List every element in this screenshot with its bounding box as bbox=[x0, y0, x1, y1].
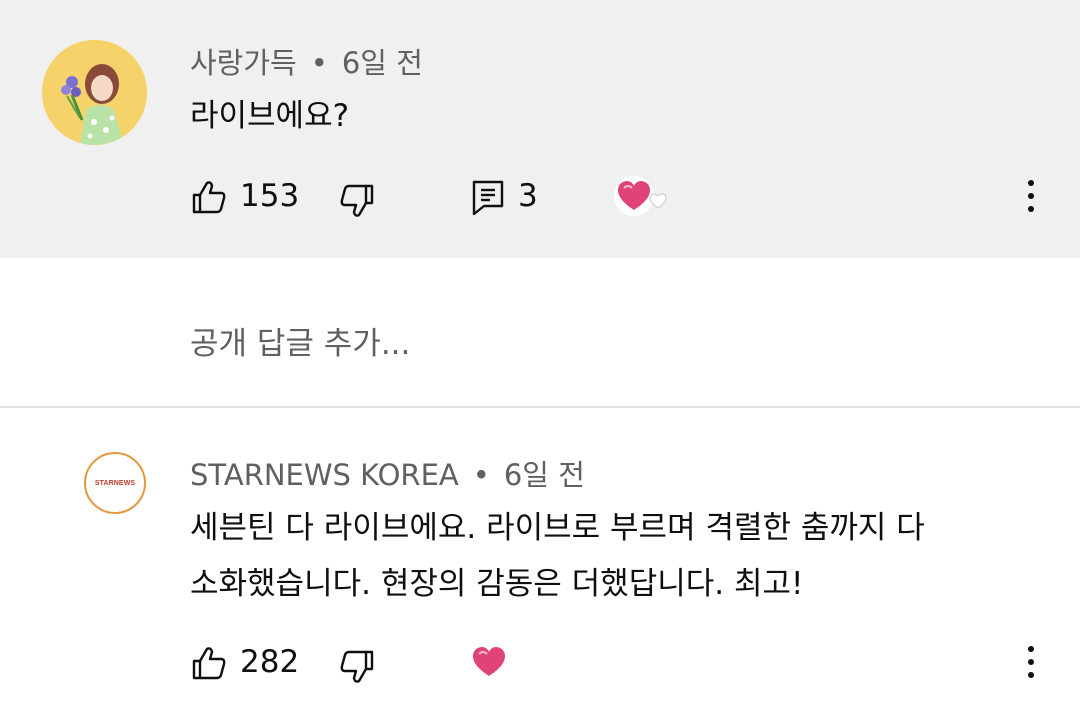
add-reply-input[interactable]: 공개 답글 추가... bbox=[190, 318, 410, 363]
reply-comment-icon bbox=[472, 180, 504, 216]
highlighted-comment: 사랑가득 • 6일 전 라이브에요? 153 3 bbox=[0, 0, 1080, 258]
more-vertical-icon bbox=[1028, 646, 1034, 652]
comment-author[interactable]: STARNEWS KOREA bbox=[190, 458, 459, 492]
creator-heart[interactable] bbox=[468, 642, 512, 686]
like-button[interactable] bbox=[190, 178, 228, 220]
comment-time[interactable]: 6일 전 bbox=[342, 46, 423, 80]
dislike-button[interactable] bbox=[338, 182, 376, 224]
more-options-button[interactable] bbox=[1026, 646, 1036, 686]
creator-heart-icon bbox=[614, 176, 667, 216]
more-vertical-icon bbox=[1028, 180, 1034, 186]
like-count: 282 bbox=[240, 644, 300, 680]
comments-page: 사랑가득 • 6일 전 라이브에요? 153 3 공개 답글 추가... STA… bbox=[0, 0, 1080, 715]
reply-count: 3 bbox=[518, 178, 538, 214]
avatar[interactable]: STARNEWS bbox=[84, 452, 146, 514]
thumbs-down-icon bbox=[340, 650, 374, 683]
more-options-button[interactable] bbox=[1026, 180, 1036, 220]
thumbs-up-icon bbox=[192, 647, 226, 680]
comment-text-line: 세븐틴 다 라이브에요. 라이브로 부르며 격렬한 춤까지 다 bbox=[190, 510, 925, 546]
comment-author[interactable]: 사랑가득 bbox=[190, 46, 297, 80]
creator-heart[interactable] bbox=[612, 174, 670, 230]
comment-text: 라이브에요? bbox=[190, 98, 350, 134]
comment-meta: 사랑가득 • 6일 전 bbox=[190, 40, 423, 82]
meta-separator: • bbox=[472, 458, 490, 492]
like-button[interactable] bbox=[190, 644, 228, 686]
creator-heart-icon bbox=[470, 643, 508, 681]
thumbs-up-icon bbox=[192, 181, 226, 214]
comment-text: 세븐틴 다 라이브에요. 라이브로 부르며 격렬한 춤까지 다 소화했습니다. … bbox=[190, 500, 925, 612]
divider bbox=[0, 406, 1080, 408]
thumbs-down-icon bbox=[340, 184, 374, 217]
comment-time[interactable]: 6일 전 bbox=[504, 458, 585, 492]
comment-text-line: 소화했습니다. 현장의 감동은 더했답니다. 최고! bbox=[190, 566, 804, 602]
reply-button[interactable] bbox=[470, 178, 506, 220]
meta-separator: • bbox=[310, 46, 328, 80]
avatar[interactable] bbox=[42, 40, 147, 145]
avatar-illustration-icon bbox=[42, 40, 147, 145]
comment-meta: STARNEWS KOREA • 6일 전 bbox=[190, 452, 585, 494]
dislike-button[interactable] bbox=[338, 648, 376, 690]
like-count: 153 bbox=[240, 178, 300, 214]
starnews-logo-text: STARNEWS bbox=[94, 479, 136, 487]
